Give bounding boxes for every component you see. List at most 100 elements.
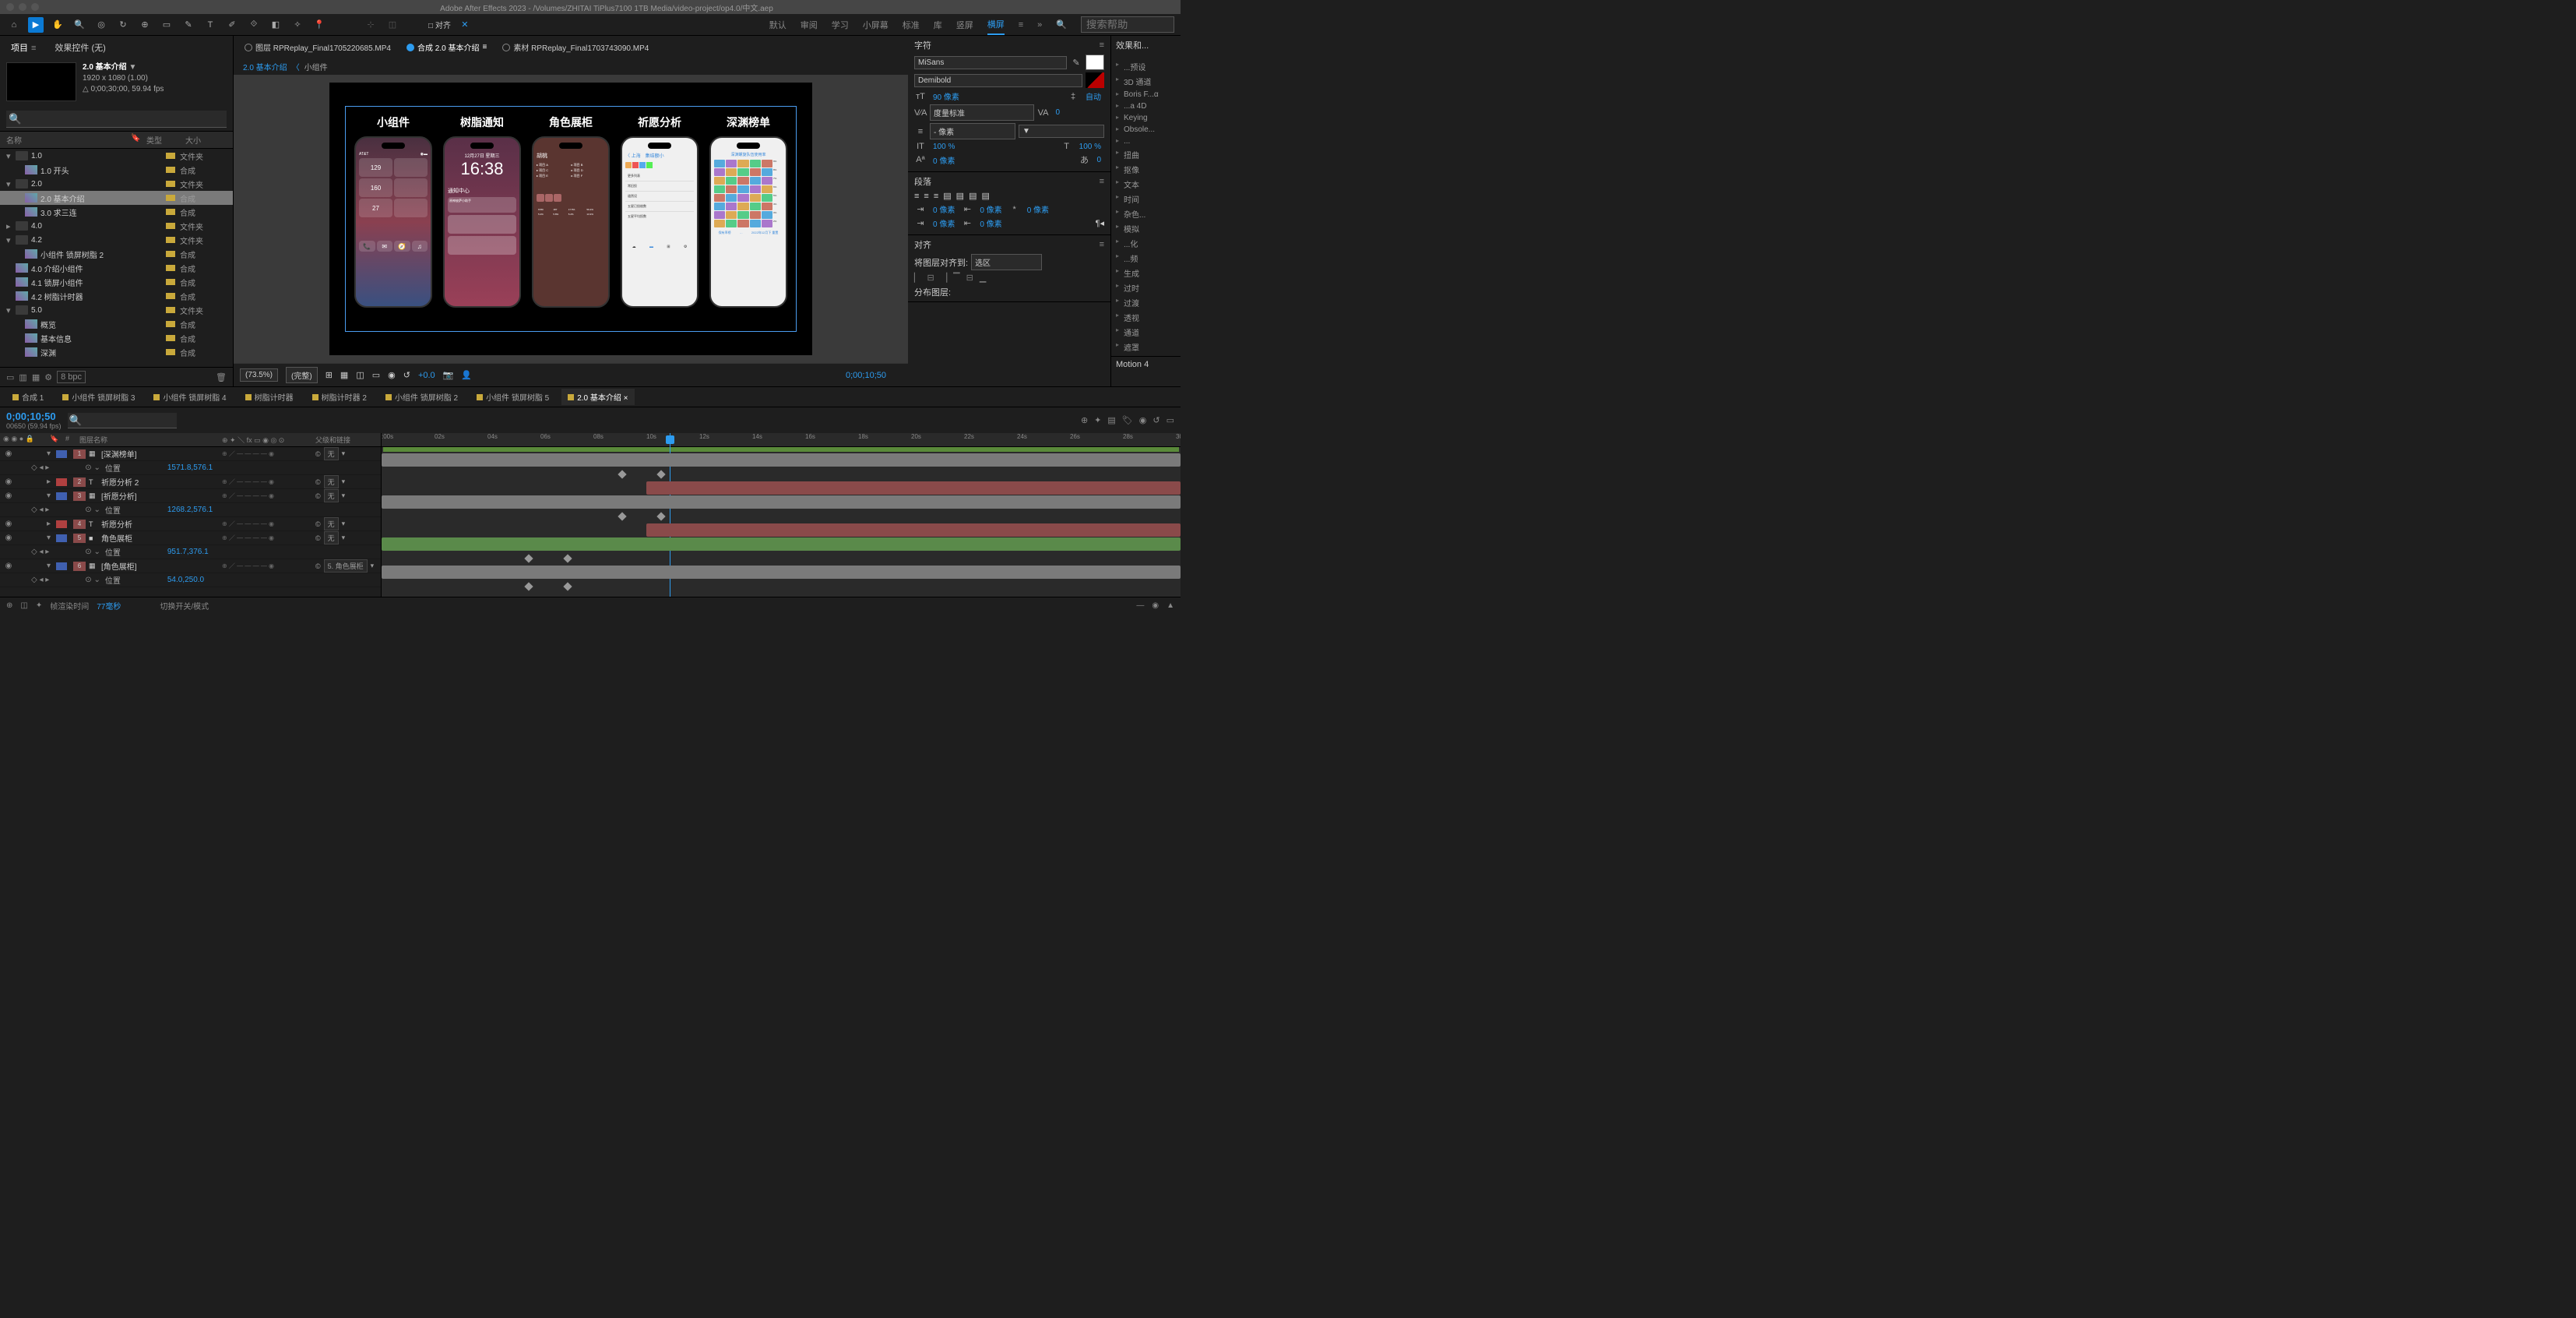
font-size[interactable]: 90 像素	[930, 90, 962, 102]
project-item[interactable]: ▾5.0文件夹	[0, 303, 233, 317]
eyedropper-icon[interactable]: ✎	[1070, 58, 1082, 68]
timeline-tab[interactable]: 树脂计时器 2	[306, 389, 373, 405]
tl-tool-icon[interactable]: ⊕	[1081, 415, 1088, 425]
align-target-dropdown[interactable]: 选区	[971, 254, 1041, 270]
anchor-tool-icon[interactable]: ⊕	[137, 17, 153, 33]
layer-row[interactable]: ◉▾1▦[深渊榜单]⊕ ／ — — — — ◉© 无 ▾	[0, 447, 381, 461]
viewer-tab-footage[interactable]: 素材 RPReplay_Final1703743090.MP4	[498, 39, 653, 55]
snap-options-icon[interactable]: ✕	[457, 17, 473, 33]
tl-footer-icon[interactable]: ✦	[36, 601, 42, 610]
kerning-dropdown[interactable]: 度量标准	[930, 104, 1034, 121]
project-item[interactable]: 4.0 介绍小组件合成	[0, 261, 233, 275]
3d-icon[interactable]: ◫	[385, 17, 400, 33]
align-b-icon[interactable]: ▁	[980, 273, 986, 283]
tl-tool-icon[interactable]: ✦	[1094, 415, 1101, 425]
roto-tool-icon[interactable]: ✧	[290, 17, 305, 33]
align-hc-icon[interactable]: ⊟	[927, 273, 934, 283]
grid-icon[interactable]: ⊞	[326, 370, 333, 380]
workspace-menu-icon[interactable]: ≡	[1019, 20, 1023, 30]
fill-color[interactable]	[1086, 55, 1104, 70]
snapshot-icon[interactable]: 📷	[443, 370, 454, 380]
col-name[interactable]: 名称	[6, 134, 131, 146]
selection-tool-icon[interactable]: ▶	[28, 17, 44, 33]
timeline-current-time[interactable]: 0;00;10;50	[6, 411, 62, 422]
justify-center-icon[interactable]: ▤	[956, 191, 964, 201]
timeline-tab[interactable]: 合成 1	[6, 389, 50, 405]
zoom-tool-icon[interactable]: 🔍	[72, 17, 87, 33]
guides-icon[interactable]: ▦	[340, 370, 348, 380]
rect-tool-icon[interactable]: ▭	[159, 17, 174, 33]
project-tab[interactable]: 项目≡	[6, 39, 40, 56]
composition-canvas[interactable]: 小组件 AT&T◉▬ 129 160 27 📞✉🧭♫ 树脂通知	[329, 83, 812, 355]
comp-breadcrumb[interactable]: 2.0 基本介绍〈小组件	[234, 58, 908, 75]
effect-category[interactable]: 遮罩	[1114, 340, 1177, 354]
effect-category[interactable]: ...	[1114, 136, 1177, 147]
window-controls[interactable]	[6, 3, 39, 11]
text-tool-icon[interactable]: T	[202, 17, 218, 33]
timeline-tab[interactable]: 小组件 锁屏树脂 4	[147, 389, 232, 405]
effect-category[interactable]: 3D 通道	[1114, 74, 1177, 89]
new-comp-icon[interactable]: ▦	[32, 372, 40, 382]
pen-tool-icon[interactable]: ✎	[181, 17, 196, 33]
zoom-out-icon[interactable]: —	[1136, 601, 1144, 610]
mask-icon[interactable]: ◫	[356, 370, 364, 380]
zoom-in-icon[interactable]: ▲	[1167, 601, 1174, 610]
project-item[interactable]: ▾2.0文件夹	[0, 177, 233, 191]
project-item[interactable]: 概览合成	[0, 317, 233, 331]
rotate-tool-icon[interactable]: ↻	[115, 17, 131, 33]
text-dir-icon[interactable]: ¶◂	[1096, 218, 1104, 228]
align-right-icon[interactable]: ≡	[934, 192, 938, 201]
trash-icon[interactable]: 🗑	[216, 372, 227, 382]
timeline-tab[interactable]: 树脂计时器	[239, 389, 300, 405]
effect-category[interactable]: ...频	[1114, 251, 1177, 266]
property-row[interactable]: ◇ ◂ ▸⊙ ⌄位置54.0,250.0	[0, 573, 381, 587]
project-item[interactable]: ▸4.0文件夹	[0, 219, 233, 233]
reset-exposure-icon[interactable]: ↺	[403, 370, 410, 380]
tl-tool-icon[interactable]: ↺	[1153, 415, 1160, 425]
align-l-icon[interactable]: ▏	[914, 273, 920, 283]
project-item[interactable]: 3.0 求三连合成	[0, 205, 233, 219]
zoom-dropdown[interactable]: (73.5%)	[240, 368, 278, 382]
folder-icon[interactable]: ▭	[6, 372, 14, 382]
toggle-switches-button[interactable]: 切换开关/模式	[160, 600, 209, 611]
effect-category[interactable]: 文本	[1114, 177, 1177, 192]
font-weight-dropdown[interactable]: Demibold	[914, 74, 1082, 87]
timeline-tab[interactable]: 小组件 锁屏树脂 2	[379, 389, 464, 405]
snap-checkbox[interactable]: □ 对齐	[428, 19, 451, 30]
current-time[interactable]: 0;00;10;50	[846, 371, 886, 380]
effect-category[interactable]: ...a 4D	[1114, 100, 1177, 112]
align-t-icon[interactable]: ▔	[953, 273, 959, 283]
effect-category[interactable]: 扭曲	[1114, 147, 1177, 162]
effect-category[interactable]: Obsole...	[1114, 124, 1177, 136]
tl-footer-icon[interactable]: ⊕	[6, 601, 12, 610]
brush-tool-icon[interactable]: ✐	[224, 17, 240, 33]
property-row[interactable]: ◇ ◂ ▸⊙ ⌄位置1571.8,576.1	[0, 461, 381, 475]
workspace-library[interactable]: 库	[934, 16, 942, 34]
workspace-default[interactable]: 默认	[769, 16, 787, 34]
workspace-horizontal[interactable]: 横屏	[987, 15, 1005, 35]
project-item[interactable]: 深渊合成	[0, 345, 233, 359]
axis-icon[interactable]: ⊹	[363, 17, 378, 33]
align-vc-icon[interactable]: ⊟	[966, 273, 973, 283]
eraser-tool-icon[interactable]: ◧	[268, 17, 283, 33]
effect-category[interactable]: 通道	[1114, 325, 1177, 340]
orbit-tool-icon[interactable]: ◎	[93, 17, 109, 33]
tl-tool-icon[interactable]: ▭	[1167, 415, 1174, 425]
align-r-icon[interactable]: ▕	[941, 273, 947, 283]
puppet-tool-icon[interactable]: 📍	[311, 17, 327, 33]
project-search-input[interactable]	[6, 111, 227, 128]
region-icon[interactable]: ▭	[372, 370, 380, 380]
stroke-style-dropdown[interactable]: ▼	[1019, 125, 1104, 138]
stroke-color[interactable]	[1086, 72, 1104, 88]
effect-category[interactable]: 抠像	[1114, 162, 1177, 177]
layer-row[interactable]: ◉▾6▦[角色展柜]⊕ ／ — — — — ◉© 5. 角色展柜 ▾	[0, 559, 381, 573]
effect-category[interactable]: 透视	[1114, 310, 1177, 325]
align-center-icon[interactable]: ≡	[924, 192, 928, 201]
channel-icon[interactable]: ◉	[388, 370, 396, 380]
effect-category[interactable]: ...预设	[1114, 59, 1177, 74]
project-item[interactable]: 4.2 树脂计时器合成	[0, 289, 233, 303]
tl-footer-icon[interactable]: ◫	[20, 601, 27, 610]
align-left-icon[interactable]: ≡	[914, 192, 919, 201]
effect-category[interactable]: 杂色...	[1114, 206, 1177, 221]
effect-controls-tab[interactable]: 效果控件 (无)	[50, 39, 110, 56]
